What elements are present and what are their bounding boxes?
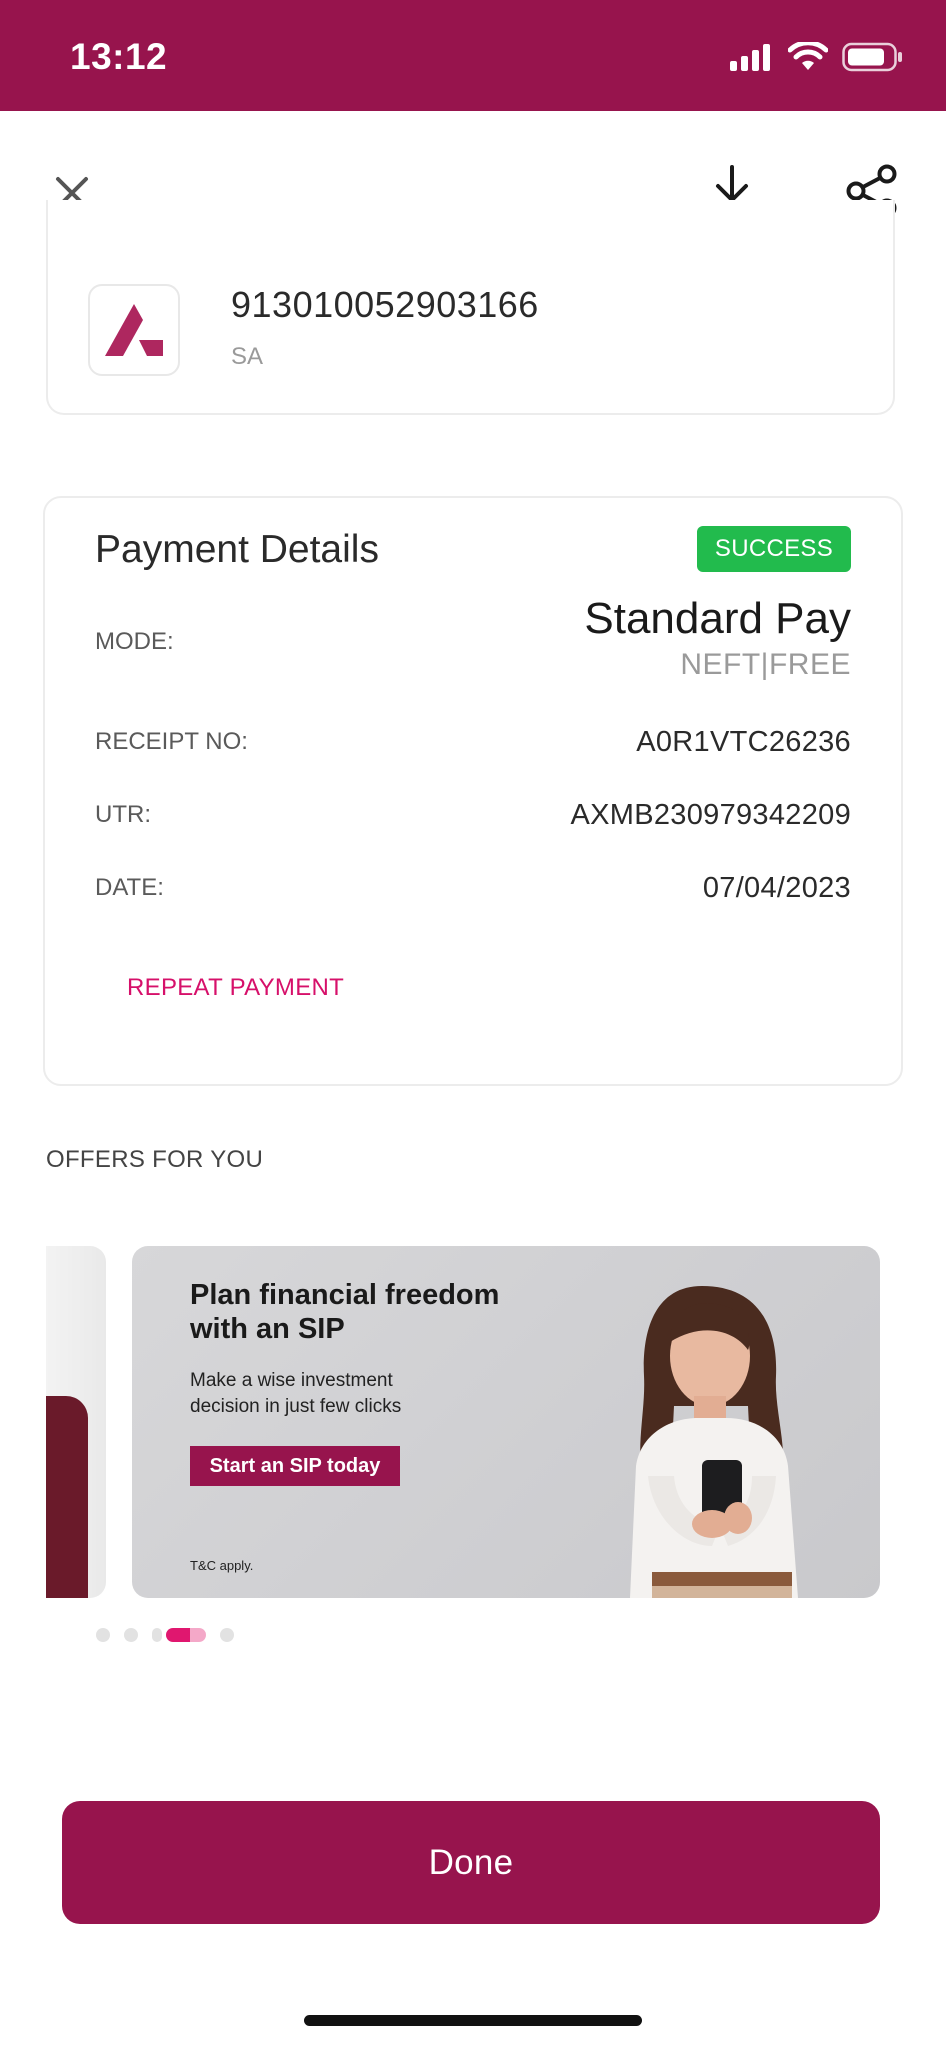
offer-banner[interactable]: Plan financial freedom with an SIP Make … [132,1246,880,1598]
carousel-dot-active[interactable] [166,1628,206,1642]
receipt-label: RECEIPT NO: [95,728,248,755]
offer-terms: T&C apply. [190,1558,254,1573]
carousel-dot[interactable] [220,1628,234,1642]
utr-label: UTR: [95,801,151,828]
payment-details-card: Payment Details SUCCESS MODE: Standard P… [43,496,903,1086]
carousel-dot[interactable] [96,1628,110,1642]
status-bar: 13:12 [0,0,946,111]
start-sip-button[interactable]: Start an SIP today [190,1446,400,1486]
date-value: 07/04/2023 [702,872,851,904]
battery-icon [842,42,904,77]
repeat-payment-link[interactable]: REPEAT PAYMENT [127,974,344,1002]
account-card: 913010052903166 SA [46,200,895,415]
offer-subtext: Make a wise investment decision in just … [190,1370,402,1417]
mode-subvalue: NEFT|FREE [680,648,851,681]
cellular-signal-icon [730,43,774,76]
home-indicator [304,2015,642,2026]
account-type: SA [231,343,264,370]
account-number: 913010052903166 [231,284,539,325]
status-badge: SUCCESS [697,526,851,572]
utr-value: AXMB230979342209 [570,799,851,831]
carousel-indicator [96,1628,234,1642]
payment-details-title: Payment Details [95,528,379,571]
status-icons [730,40,904,77]
carousel-dot[interactable] [152,1628,162,1642]
woman-with-phone-image [630,1286,798,1598]
bank-logo [88,284,180,376]
done-button[interactable]: Done [62,1801,880,1924]
mode-label: MODE: [95,628,174,655]
offer-image-person [46,1396,88,1598]
date-label: DATE: [95,874,164,901]
status-time: 13:12 [70,36,168,77]
offers-title: OFFERS FOR YOU [46,1146,264,1173]
carousel-dot[interactable] [124,1628,138,1642]
mode-value: Standard Pay [584,594,851,643]
wifi-icon [787,40,829,77]
previous-offer-banner[interactable] [46,1246,106,1598]
offer-headline: Plan financial freedom with an SIP [190,1279,500,1345]
receipt-value: A0R1VTC26236 [636,726,851,758]
